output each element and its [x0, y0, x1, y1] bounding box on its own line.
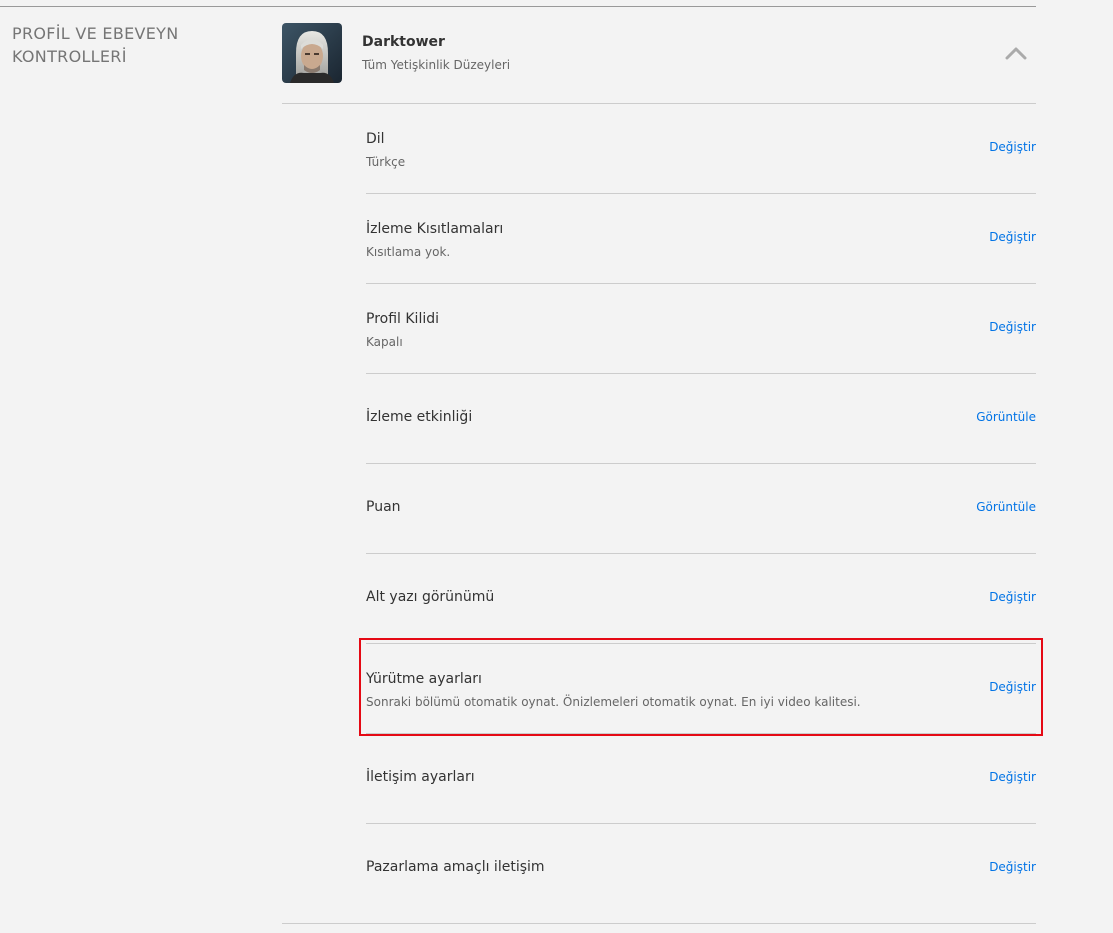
settings-row-profile-lock: Profil Kilidi Kapalı Değiştir — [366, 284, 1036, 374]
settings-row-subtitle-appearance: Alt yazı görünümü Değiştir — [366, 554, 1036, 644]
row-title: Dil — [366, 131, 385, 147]
settings-list: Dil Türkçe Değiştir İzleme Kısıtlamaları… — [366, 104, 1036, 913]
settings-row-playback: Yürütme ayarları Sonraki bölümü otomatik… — [366, 644, 1036, 734]
change-language-link[interactable]: Değiştir — [989, 140, 1036, 154]
avatar[interactable] — [282, 23, 342, 83]
settings-row-language: Dil Türkçe Değiştir — [366, 104, 1036, 194]
row-title: İletişim ayarları — [366, 769, 475, 785]
change-subtitle-appearance-link[interactable]: Değiştir — [989, 590, 1036, 604]
view-ratings-link[interactable]: Görüntüle — [976, 500, 1036, 514]
row-subtitle: Kapalı — [366, 335, 403, 349]
account-page: PROFİL VE EBEVEYN KONTROLLERİ Darktower … — [0, 0, 1113, 933]
row-subtitle: Kısıtlama yok. — [366, 245, 451, 259]
row-subtitle: Türkçe — [366, 155, 406, 169]
change-profile-lock-link[interactable]: Değiştir — [989, 320, 1036, 334]
top-divider — [0, 6, 1036, 7]
section-title: PROFİL VE EBEVEYN KONTROLLERİ — [12, 24, 179, 66]
bottom-divider — [282, 923, 1036, 924]
row-subtitle: Sonraki bölümü otomatik oynat. Önizlemel… — [366, 695, 861, 709]
change-playback-link[interactable]: Değiştir — [989, 680, 1036, 694]
profile-maturity: Tüm Yetişkinlik Düzeyleri — [362, 58, 511, 72]
row-title: İzleme etkinliği — [366, 409, 473, 425]
view-viewing-activity-link[interactable]: Görüntüle — [976, 410, 1036, 424]
row-title: Profil Kilidi — [366, 311, 439, 327]
settings-row-viewing-activity: İzleme etkinliği Görüntüle — [366, 374, 1036, 464]
change-marketing-link[interactable]: Değiştir — [989, 860, 1036, 874]
profile-header[interactable]: Darktower Tüm Yetişkinlik Düzeyleri — [282, 22, 1036, 84]
profile-name: Darktower — [362, 34, 445, 50]
settings-row-ratings: Puan Görüntüle — [366, 464, 1036, 554]
row-title: Pazarlama amaçlı iletişim — [366, 859, 545, 875]
row-title: Puan — [366, 499, 401, 515]
change-communication-link[interactable]: Değiştir — [989, 770, 1036, 784]
settings-row-viewing-restrictions: İzleme Kısıtlamaları Kısıtlama yok. Deği… — [366, 194, 1036, 284]
chevron-up-icon — [1005, 47, 1027, 60]
collapse-button[interactable] — [1002, 38, 1030, 66]
row-title: Alt yazı görünümü — [366, 589, 495, 605]
avatar-icon — [282, 23, 342, 83]
settings-row-marketing: Pazarlama amaçlı iletişim Değiştir — [366, 824, 1036, 913]
row-title: İzleme Kısıtlamaları — [366, 221, 504, 237]
row-title: Yürütme ayarları — [366, 671, 482, 687]
change-restrictions-link[interactable]: Değiştir — [989, 230, 1036, 244]
settings-row-communication: İletişim ayarları Değiştir — [366, 734, 1036, 824]
